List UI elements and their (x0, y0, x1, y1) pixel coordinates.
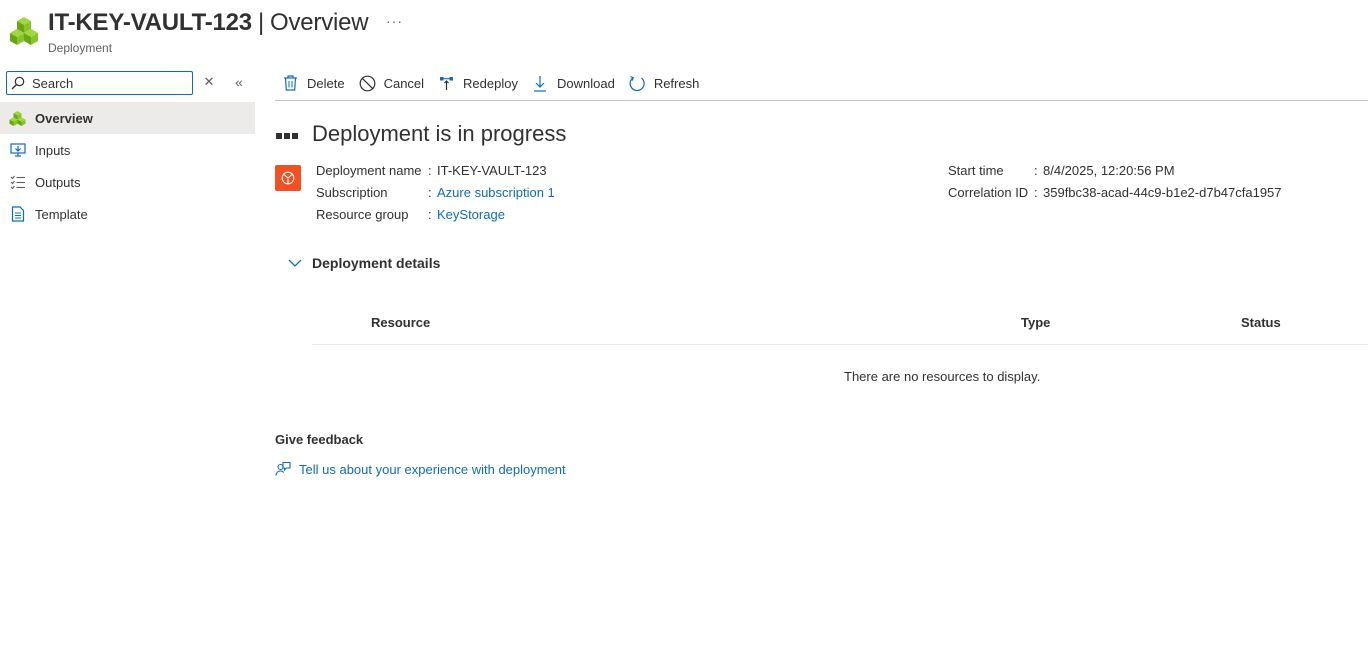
deployment-details-toggle[interactable]: Deployment details (287, 255, 440, 271)
column-resource[interactable]: Resource (371, 315, 430, 330)
property-label: Resource group (316, 206, 409, 222)
deployment-status-title: Deployment is in progress (276, 121, 566, 147)
property-subscription: Subscription : Azure subscription 1 (316, 181, 555, 203)
resource-type-subtitle: Deployment (48, 41, 113, 55)
column-status[interactable]: Status (1241, 315, 1281, 330)
in-progress-dots-icon (276, 132, 298, 139)
sidebar-nav: Overview Inputs Outputs Template (0, 102, 255, 230)
more-options-button[interactable]: ··· (386, 13, 403, 29)
deployment-cubes-icon (10, 17, 38, 45)
feedback-title: Give feedback (275, 432, 364, 447)
deployment-properties: Deployment name : IT-KEY-VAULT-123 Subsc… (316, 159, 555, 225)
redeploy-icon (438, 75, 455, 92)
property-colon: : (428, 184, 432, 200)
delete-button[interactable]: Delete (275, 66, 351, 100)
property-colon: : (1034, 184, 1038, 200)
property-colon: : (1034, 162, 1038, 178)
resource-group-link[interactable]: KeyStorage (437, 207, 505, 222)
sidebar-item-template[interactable]: Template (0, 198, 255, 230)
deployment-properties-right: Start time : 8/4/2025, 12:20:56 PM Corre… (948, 159, 1282, 203)
resources-table-header: Resource Type Status (312, 303, 1368, 345)
property-colon: : (428, 206, 432, 222)
delete-label: Delete (307, 75, 345, 91)
feedback-link-text: Tell us about your experience with deplo… (299, 461, 566, 477)
search-input[interactable] (32, 75, 182, 91)
start-time-value: 8/4/2025, 12:20:56 PM (1043, 162, 1175, 178)
title-separator: | (257, 9, 264, 36)
sidebar-item-label: Outputs (35, 174, 81, 190)
deployment-status-icon (275, 165, 301, 191)
download-button[interactable]: Download (524, 66, 621, 100)
redeploy-button[interactable]: Redeploy (430, 66, 524, 100)
sidebar-item-label: Template (35, 206, 88, 222)
refresh-icon (629, 75, 646, 92)
property-label: Start time (948, 162, 1004, 178)
sidebar: ✕ « Overview (0, 66, 255, 655)
cancel-button[interactable]: Cancel (351, 66, 430, 100)
details-title: Deployment details (312, 255, 441, 271)
cancel-icon (359, 75, 376, 92)
refresh-button[interactable]: Refresh (621, 66, 706, 100)
page-title: IT-KEY-VAULT-123 | Overview (48, 9, 369, 37)
column-type[interactable]: Type (1021, 315, 1050, 330)
page-name: Overview (270, 9, 369, 36)
sidebar-search[interactable] (6, 71, 193, 95)
clear-search-button[interactable]: ✕ (203, 74, 215, 90)
property-colon: : (428, 162, 432, 178)
feedback-link[interactable]: Tell us about your experience with deplo… (275, 461, 566, 477)
subscription-link[interactable]: Azure subscription 1 (437, 185, 555, 200)
sidebar-item-outputs[interactable]: Outputs (0, 166, 255, 198)
outputs-icon (9, 174, 26, 191)
property-correlation-id: Correlation ID : 359fbc38-acad-44c9-b1e2… (948, 181, 1282, 203)
property-start-time: Start time : 8/4/2025, 12:20:56 PM (948, 159, 1282, 181)
search-icon (11, 76, 25, 90)
trash-icon (282, 75, 299, 92)
property-label: Subscription (316, 184, 388, 200)
sidebar-item-overview[interactable]: Overview (0, 102, 255, 134)
template-icon (9, 206, 26, 223)
status-text: Deployment is in progress (312, 121, 567, 146)
sidebar-item-label: Inputs (35, 142, 71, 158)
redeploy-label: Redeploy (463, 75, 518, 91)
command-bar: Delete Cancel Redeploy Download Refresh (275, 66, 1368, 101)
sidebar-item-inputs[interactable]: Inputs (0, 134, 255, 166)
sidebar-item-label: Overview (35, 110, 93, 126)
deployment-name-value: IT-KEY-VAULT-123 (437, 162, 547, 178)
property-label: Correlation ID (948, 184, 1029, 200)
download-label: Download (556, 75, 615, 91)
refresh-label: Refresh (653, 75, 700, 91)
property-label: Deployment name (316, 162, 422, 178)
correlation-id-value: 359fbc38-acad-44c9-b1e2-d7b47cfa1957 (1043, 184, 1282, 200)
chevron-down-icon (288, 259, 302, 267)
empty-message-text: There are no resources to display. (844, 369, 1041, 384)
resource-name: IT-KEY-VAULT-123 (48, 9, 252, 36)
deployment-cubes-icon (9, 110, 26, 127)
property-deployment-name: Deployment name : IT-KEY-VAULT-123 (316, 159, 555, 181)
cancel-label: Cancel (383, 75, 425, 91)
feedback-icon (275, 461, 291, 476)
page-header: IT-KEY-VAULT-123 | Overview ··· Deployment (0, 0, 1368, 62)
property-resource-group: Resource group : KeyStorage (316, 203, 555, 225)
inputs-icon (9, 142, 26, 159)
collapse-sidebar-button[interactable]: « (232, 74, 246, 90)
download-icon (532, 75, 549, 92)
